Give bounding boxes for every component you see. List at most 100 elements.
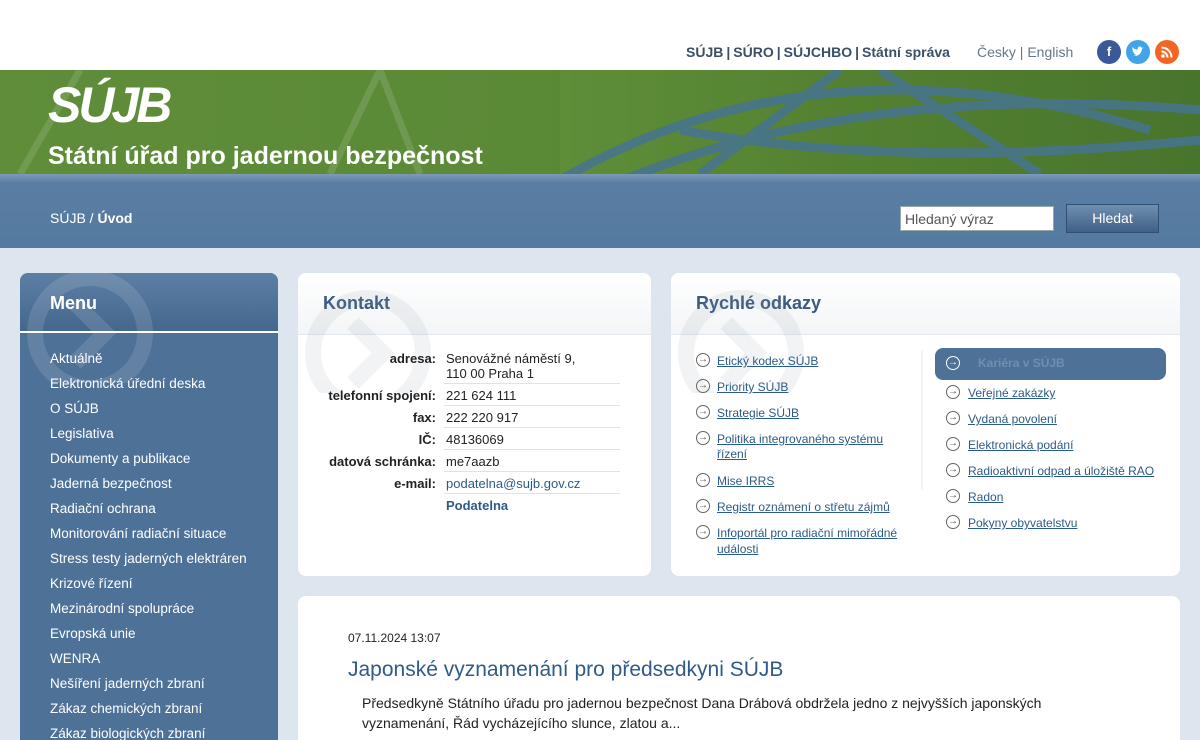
- contact-label: fax:: [412, 410, 436, 425]
- banner-title: Státní úřad pro jadernou bezpečnost: [48, 142, 483, 170]
- quick-link[interactable]: Registr oznámení o střetu zájmů: [717, 500, 890, 514]
- menu-item[interactable]: Nešíření jaderných zbraní: [20, 671, 278, 696]
- quick-link[interactable]: Elektronická podání: [968, 438, 1073, 452]
- top-link-suro[interactable]: SÚRO: [733, 44, 773, 60]
- arrow-right-icon: →: [696, 525, 710, 539]
- search-button[interactable]: Hledat: [1066, 204, 1159, 233]
- quick-link-continued[interactable]: události: [717, 542, 758, 556]
- menu-item[interactable]: Monitorování radiační situace: [20, 521, 278, 546]
- contact-label: adresa:: [389, 351, 436, 366]
- contact-header: Kontakt: [298, 273, 651, 393]
- contact-value-line2: 110 00 Praha 1: [446, 366, 534, 381]
- quick-link-label: Kariéra v SÚJB: [978, 356, 1065, 370]
- news-text: Předsedkyně Státního úřadu pro jadernou …: [362, 695, 1042, 731]
- arrow-right-icon: →: [946, 489, 960, 503]
- menu-item[interactable]: Zákaz chemických zbraní: [20, 696, 278, 721]
- quick-link[interactable]: Pokyny obyvatelstvu: [968, 516, 1077, 530]
- contact-label: IČ:: [418, 432, 436, 447]
- arrow-right-icon: →: [946, 463, 960, 477]
- twitter-icon[interactable]: [1126, 40, 1150, 64]
- quick-links-watermark-icon: [678, 290, 804, 393]
- menu-watermark-icon: [27, 273, 153, 383]
- contact-value: me7aazb: [446, 454, 500, 469]
- news-date: 07.11.2024 13:07: [348, 631, 441, 645]
- contact-label: telefonní spojení:: [328, 388, 436, 403]
- quick-link-highlighted[interactable]: → Kariéra v SÚJB: [935, 348, 1166, 380]
- contact-value: 221 624 111: [446, 388, 517, 403]
- arrow-right-icon: →: [696, 499, 710, 513]
- quick-link[interactable]: Mise IRRS: [717, 474, 774, 488]
- menu-item[interactable]: Jaderná bezpečnost: [20, 471, 278, 496]
- rss-icon[interactable]: [1155, 40, 1179, 64]
- quick-link[interactable]: Priority SÚJB: [717, 380, 788, 394]
- quick-link-continued[interactable]: řízení: [717, 447, 747, 461]
- lang-cesky[interactable]: Česky: [977, 44, 1016, 60]
- breadcrumb-current: Úvod: [97, 210, 133, 226]
- sujb-logo[interactable]: SÚJB: [48, 80, 172, 130]
- breadcrumb-separator: /: [85, 210, 98, 226]
- news-title[interactable]: Japonské vyznamenání pro předsedkyni SÚJ…: [348, 658, 783, 682]
- contact-divider: [444, 449, 620, 450]
- menu-item[interactable]: WENRA: [20, 646, 278, 671]
- top-links: SÚJB | SÚRO | SÚJCHBO | Státní správa: [686, 44, 950, 60]
- quick-links-divider: [921, 350, 924, 490]
- menu-item[interactable]: Legislativa: [20, 421, 278, 446]
- contact-value: 48136069: [446, 432, 504, 447]
- arrow-right-icon: →: [946, 356, 960, 370]
- contact-value: 222 220 917: [446, 410, 519, 425]
- quick-link[interactable]: Radon: [968, 490, 1003, 504]
- contact-divider: [444, 405, 620, 406]
- arrow-right-icon: →: [696, 379, 710, 393]
- quick-link[interactable]: Politika integrovaného systému: [717, 432, 883, 446]
- top-bar: SÚJB | SÚRO | SÚJCHBO | Státní správa Česky | …: [0, 0, 1200, 70]
- top-link-sujchbo[interactable]: SÚJCHBO: [784, 44, 852, 60]
- arrow-right-icon: →: [946, 437, 960, 451]
- menu-list: Aktuálně Elektronická úřední deska O SÚJ…: [20, 333, 278, 740]
- menu-item[interactable]: Mezinárodní spolupráce: [20, 596, 278, 621]
- podatelna-link[interactable]: Podatelna: [446, 498, 508, 513]
- facebook-icon[interactable]: f: [1097, 40, 1121, 64]
- breadcrumb: SÚJB / Úvod: [50, 210, 132, 226]
- contact-divider: [444, 493, 620, 494]
- menu-item[interactable]: Krizové řízení: [20, 571, 278, 596]
- arrow-right-icon: →: [696, 353, 710, 367]
- language-switch: Česky | English: [977, 44, 1074, 60]
- top-link-sujb[interactable]: SÚJB: [686, 44, 723, 60]
- arrow-right-icon: →: [696, 431, 710, 445]
- email-link[interactable]: podatelna@sujb.gov.cz: [446, 476, 580, 491]
- menu-item[interactable]: Stress testy jaderných elektráren: [20, 546, 278, 571]
- menu-item[interactable]: O SÚJB: [20, 396, 278, 421]
- lang-english[interactable]: English: [1027, 44, 1073, 60]
- search-input[interactable]: [900, 206, 1054, 231]
- quick-link[interactable]: Veřejné zakázky: [968, 386, 1055, 400]
- news-box: 07.11.2024 13:07 Japonské vyznamenání pr…: [298, 596, 1180, 740]
- quick-link[interactable]: Radioaktivní odpad a úložiště RAO: [968, 464, 1154, 478]
- quick-link[interactable]: Infoportál pro radiační mimořádné: [717, 526, 897, 540]
- menu-header: Menu: [20, 273, 278, 383]
- quick-link[interactable]: Strategie SÚJB: [717, 406, 799, 420]
- contact-table: adresa: Senovážné náměstí 9, 110 00 Prah…: [298, 349, 651, 569]
- contact-divider: [444, 383, 620, 384]
- top-link-statni-sprava[interactable]: Státní správa: [862, 44, 950, 60]
- header-banner: SÚJB Státní úřad pro jadernou bezpečnost: [0, 70, 1200, 174]
- menu-item[interactable]: Zákaz biologických zbraní: [20, 721, 278, 740]
- arrow-right-icon: →: [696, 405, 710, 419]
- quick-link[interactable]: Etický kodex SÚJB: [717, 354, 818, 368]
- contact-divider: [444, 471, 620, 472]
- contact-box: Kontakt adresa: Senovážné náměstí 9, 110…: [298, 273, 651, 576]
- breadcrumb-root[interactable]: SÚJB: [50, 210, 86, 226]
- arrow-right-icon: →: [946, 515, 960, 529]
- arrow-right-icon: →: [696, 473, 710, 487]
- menu-item[interactable]: Radiační ochrana: [20, 496, 278, 521]
- arrow-right-icon: →: [946, 385, 960, 399]
- quick-link[interactable]: Vydaná povolení: [968, 412, 1057, 426]
- arrow-right-icon: →: [946, 411, 960, 425]
- quick-links-header: Rychlé odkazy: [671, 273, 1180, 393]
- contact-divider: [444, 427, 620, 428]
- contact-label: e-mail:: [394, 476, 436, 491]
- menu-item[interactable]: Dokumenty a publikace: [20, 446, 278, 471]
- menu-item[interactable]: Evropská unie: [20, 621, 278, 646]
- sidebar-menu: Menu Aktuálně Elektronická úřední deska …: [20, 273, 278, 740]
- contact-label: datová schránka:: [329, 454, 436, 469]
- contact-value: Senovážné náměstí 9,: [446, 351, 576, 366]
